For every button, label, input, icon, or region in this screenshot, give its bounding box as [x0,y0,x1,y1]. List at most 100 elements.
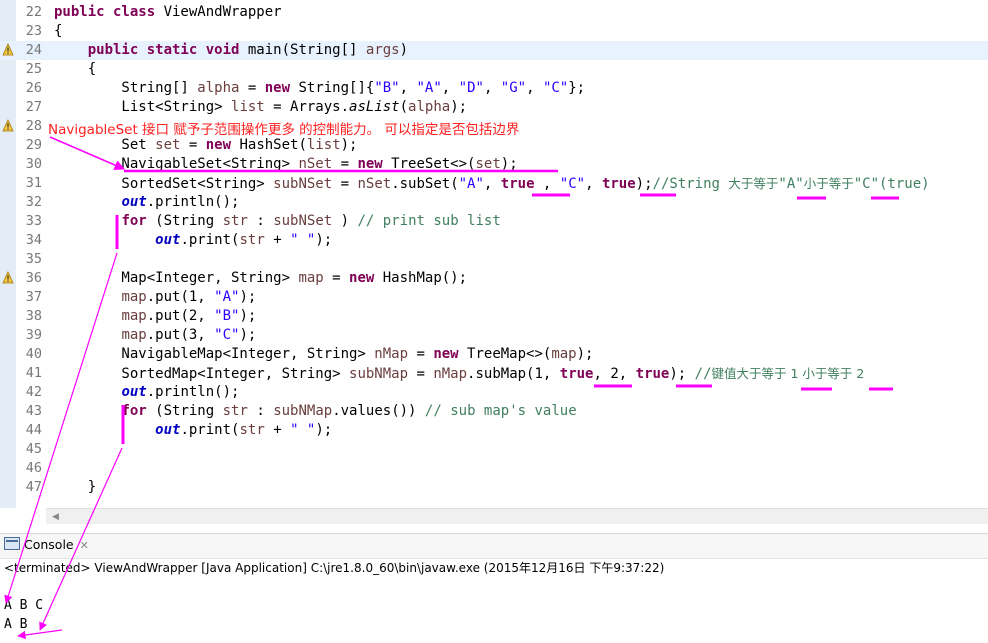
code-text[interactable]: NavigableMap<Integer, String> nMap = new… [54,345,593,364]
code-line[interactable]: 24 public static void main(String[] args… [0,41,988,60]
code-token: true [500,176,535,192]
code-text[interactable]: map.put(1, "A"); [54,288,256,307]
code-token: new [205,137,240,153]
code-text[interactable]: SortedSet<String> subNSet = nSet.subSet(… [54,174,929,194]
code-token: asList [349,99,400,115]
code-text[interactable]: Map<Integer, String> map = new HashMap()… [54,269,467,288]
code-line[interactable]: 42 out.println(); [0,383,988,402]
code-token: : [247,213,274,229]
code-token: = [332,176,358,192]
scroll-left-arrow-icon[interactable]: ◀ [52,512,59,522]
code-token: , [399,80,417,96]
code-line[interactable]: 43 for (String str : subNMap.values()) /… [0,402,988,421]
code-token: SortedSet<String> [54,176,274,192]
code-token: Map<Integer, String> [54,270,299,286]
code-text[interactable]: for (String str : subNSet ) // print sub… [54,212,500,231]
code-token: for [121,213,156,229]
line-number: 41 [25,365,42,381]
code-token: .subMap(1, [467,366,560,382]
code-token: " " [290,232,316,248]
code-line[interactable]: 33 for (String str : subNSet ) // print … [0,212,988,231]
code-line[interactable]: 27 List<String> list = Arrays.asList(alp… [0,98,988,117]
warning-icon[interactable] [2,271,14,285]
code-text[interactable]: map.put(2, "B"); [54,307,256,326]
java-editor[interactable]: 22 public class ViewAndWrapper 23 {24 publi… [0,0,988,524]
line-number: 29 [25,137,42,153]
code-line[interactable]: 22 public class ViewAndWrapper [0,3,988,22]
console-output-line[interactable]: A B C [4,598,43,613]
console-tab[interactable]: Console ✕ [4,537,89,555]
code-line[interactable]: 44 out.print(str + " "); [0,421,988,440]
warning-icon[interactable] [2,119,14,133]
code-line[interactable]: 29 Set set = new HashSet(list); [0,136,988,155]
code-token: + [264,422,291,438]
code-token: ); [239,308,257,324]
code-line[interactable]: 23 { [0,22,988,41]
code-text[interactable]: map.put(3, "C"); [54,326,256,345]
code-text[interactable]: SortedMap<Integer, String> subNMap = nMa… [54,364,864,384]
code-token: ( [399,99,409,115]
code-token: map [121,289,147,305]
code-line[interactable]: 37 map.put(1, "A"); [0,288,988,307]
code-line[interactable]: 40 NavigableMap<Integer, String> nMap = … [0,345,988,364]
code-text[interactable]: List<String> list = Arrays.asList(alpha)… [54,98,467,117]
code-text[interactable]: out.println(); [54,383,239,402]
code-token: args [365,42,400,58]
code-line[interactable]: 38 map.put(2, "B"); [0,307,988,326]
code-text[interactable]: Set set = new HashSet(list); [54,136,357,155]
code-line[interactable]: 26 String[] alpha = new String[]{"B", "A… [0,79,988,98]
console-output-line[interactable]: A B [4,617,27,632]
code-text[interactable]: NavigableSet<String> nSet = new TreeSet<… [54,155,517,174]
code-line[interactable]: 32 out.println(); [0,193,988,212]
close-icon[interactable]: ✕ [80,539,89,552]
line-number: 46 [25,460,42,476]
code-line[interactable]: 31 SortedSet<String> subNSet = nSet.subS… [0,174,988,193]
code-text[interactable]: { [54,22,62,41]
code-text[interactable]: public static void main(String[] args) [54,41,408,60]
code-token: map [298,270,324,286]
code-text[interactable]: out.println(); [54,193,239,212]
code-token: out [155,422,181,438]
code-line[interactable]: 25 { [0,60,988,79]
code-text[interactable]: for (String str : subNMap.values()) // s… [54,402,576,421]
code-token: .put(1, [146,289,215,305]
code-line[interactable]: 47 } [0,478,988,497]
code-token: "C" [214,327,240,343]
code-token: new [357,156,392,172]
code-line[interactable]: 41 SortedMap<Integer, String> subNMap = … [0,364,988,383]
code-token: = [180,137,206,153]
code-line[interactable]: 35 [0,250,988,269]
code-token: : [247,403,274,419]
code-token: public class [54,4,164,20]
code-text[interactable]: out.print(str + " "); [54,421,332,440]
code-text[interactable]: } [54,478,96,497]
code-line[interactable]: 46 [0,459,988,478]
code-text[interactable]: { [54,60,96,79]
code-token: out [121,384,147,400]
line-number: 45 [25,441,42,457]
code-token: ); [340,137,358,153]
code-token: .put(3, [146,327,215,343]
code-token: subNSet [273,213,333,229]
code-token: "B" [214,308,240,324]
code-token: }; [568,80,586,96]
code-token: .subSet( [391,176,459,192]
code-token: ); [239,327,257,343]
line-number: 36 [25,270,42,286]
code-token: "G" [500,80,527,96]
code-line[interactable]: 34 out.print(str + " "); [0,231,988,250]
code-token: SortedMap<Integer, String> [54,366,350,382]
code-line[interactable]: 45 [0,440,988,459]
warning-icon[interactable] [2,43,14,57]
code-token: str [239,232,265,248]
code-line[interactable]: 39 map.put(3, "C"); [0,326,988,345]
code-text[interactable]: public class ViewAndWrapper [54,3,282,22]
code-line[interactable]: 36 Map<Integer, String> map = new HashMa… [0,269,988,288]
code-text[interactable]: out.print(str + " "); [54,231,332,250]
code-token: ); [576,346,594,362]
code-text[interactable]: String[] alpha = new String[]{"B", "A", … [54,79,585,98]
code-token: , [526,80,543,96]
code-line[interactable]: 30 NavigableSet<String> nSet = new TreeS… [0,155,988,174]
line-number: 47 [25,479,42,495]
horizontal-scrollbar[interactable]: ◀ [46,508,988,524]
